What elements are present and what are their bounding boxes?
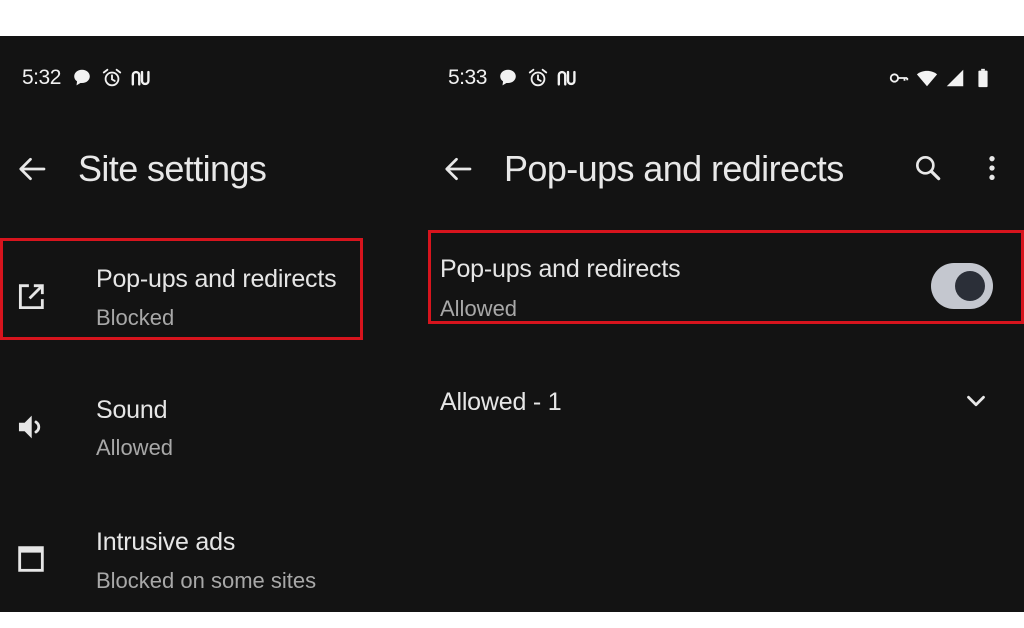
signal-icon: [944, 67, 966, 89]
alarm-icon: [527, 67, 549, 89]
item-subtitle: Blocked on some sites: [96, 568, 317, 593]
volume-icon: [14, 410, 48, 444]
list-item-sound[interactable]: Sound Allowed: [0, 374, 400, 484]
vpn-key-icon: [888, 67, 910, 89]
item-subtitle: Allowed: [96, 435, 174, 460]
more-vert-icon: [989, 156, 995, 180]
alarm-icon: [101, 67, 123, 89]
status-time: 5:33: [448, 66, 487, 89]
carrier-logo-icon: [557, 67, 579, 89]
section-label: Allowed - 1: [440, 388, 562, 416]
item-title: Intrusive ads: [96, 528, 236, 556]
status-bar: 5:32: [22, 65, 161, 91]
wifi-icon: [916, 67, 938, 89]
highlight-box: [428, 230, 1024, 324]
status-time: 5:32: [22, 66, 61, 89]
status-bar-right: [882, 67, 994, 89]
back-button[interactable]: [440, 151, 476, 187]
highlight-box: [0, 238, 363, 340]
allowed-section-header[interactable]: Allowed - 1: [420, 366, 1024, 436]
chat-icon: [497, 67, 519, 89]
chevron-down-icon: [961, 386, 991, 416]
item-title: Sound: [96, 396, 168, 424]
screenshot-composite: 5:32 Site settings Pop-ups and redirects…: [0, 36, 1024, 612]
search-button[interactable]: [912, 152, 944, 184]
popups-settings-screen: 5:33 Pop-ups and redirects Pop-ups and r…: [420, 36, 1024, 612]
more-options-button[interactable]: [976, 152, 1008, 184]
search-icon: [916, 156, 941, 181]
battery-icon: [972, 67, 994, 89]
window-icon: [14, 542, 48, 576]
site-settings-screen: 5:32 Site settings Pop-ups and redirects…: [0, 36, 400, 612]
arrow-back-icon: [19, 157, 46, 181]
carrier-logo-icon: [131, 67, 153, 89]
arrow-back-icon: [445, 157, 472, 181]
back-button[interactable]: [14, 151, 50, 187]
list-item-intrusive-ads[interactable]: Intrusive ads Blocked on some sites: [0, 506, 400, 616]
status-bar: 5:33: [448, 65, 587, 91]
page-title: Site settings: [78, 148, 267, 189]
chat-icon: [71, 67, 93, 89]
page-title: Pop-ups and redirects: [504, 148, 844, 189]
